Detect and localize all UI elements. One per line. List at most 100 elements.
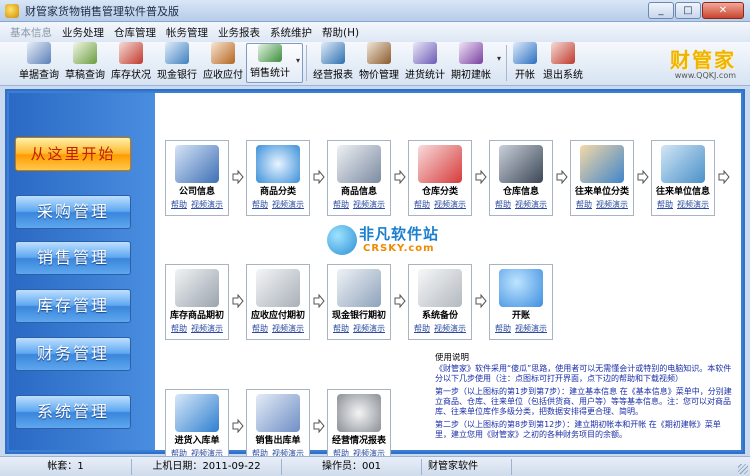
purchase-in-icon [175, 394, 219, 432]
toolbar-exit-button[interactable]: 退出系统 [540, 42, 586, 84]
toolbar-draft-query-button[interactable]: 草稿查询 [62, 42, 108, 84]
help-link[interactable]: 帮助 [171, 200, 187, 209]
sidebar-start-here[interactable]: 从这里开始 [15, 137, 131, 171]
purchase-stats-icon [413, 42, 437, 64]
brand-name: 财管家 [670, 48, 736, 72]
maximize-button[interactable]: □ [675, 2, 701, 19]
sidebar-sales[interactable]: 销售管理 [15, 241, 131, 275]
video-link[interactable]: 视频演示 [515, 200, 547, 209]
search-draft-icon [73, 42, 97, 64]
watermark-logo-icon [327, 225, 357, 255]
minimize-button[interactable]: _ [648, 2, 674, 19]
resize-grip[interactable] [738, 464, 748, 474]
toolbar-receivable-button[interactable]: 应收应付 [200, 42, 246, 84]
business-report-icon [337, 394, 381, 432]
opening-stock-icon [175, 269, 219, 307]
help-link[interactable]: 帮助 [576, 200, 592, 209]
backup-usb-icon [418, 269, 462, 307]
close-button[interactable]: ✕ [702, 2, 744, 19]
toolbar-price-button[interactable]: 物价管理 [356, 42, 402, 84]
toolbar-cash-bank-button[interactable]: 现金银行 [154, 42, 200, 84]
company-house-icon [175, 145, 219, 183]
video-link[interactable]: 视频演示 [596, 200, 628, 209]
menu-business[interactable]: 业务处理 [62, 25, 104, 40]
card-system-backup[interactable]: 系统备份 帮助 视频演示 [408, 264, 472, 340]
card-warehouse-info[interactable]: 仓库信息 帮助 视频演示 [489, 140, 553, 216]
status-account: 帐套：1 [0, 458, 132, 475]
help-link[interactable]: 帮助 [414, 200, 430, 209]
video-link[interactable]: 视频演示 [191, 200, 223, 209]
sidebar-purchase[interactable]: 采购管理 [15, 195, 131, 229]
card-product-category[interactable]: 商品分类 帮助 视频演示 [246, 140, 310, 216]
toolbar-stock-status-button[interactable]: 库存状况 [108, 42, 154, 84]
video-link[interactable]: 视频演示 [434, 200, 466, 209]
card-company-info[interactable]: 公司信息 帮助 视频演示 [165, 140, 229, 216]
next-step-arrow-icon [394, 293, 406, 309]
help-link[interactable]: 帮助 [495, 324, 511, 333]
menu-system[interactable]: 系统维护 [270, 25, 312, 40]
toolbar-sales-stats-button[interactable]: 销售统计 [246, 43, 303, 83]
help-link[interactable]: 帮助 [252, 200, 268, 209]
help-link[interactable]: 帮助 [171, 324, 187, 333]
help-link[interactable]: 帮助 [495, 200, 511, 209]
exit-icon [551, 42, 575, 64]
video-link[interactable]: 视频演示 [515, 324, 547, 333]
partner-category-icon [580, 145, 624, 183]
menu-help[interactable]: 帮助(H) [322, 25, 359, 40]
usage-instructions: 使用说明 《财管家》软件采用“傻瓜”思路，使用者可以无需懂会计或特别的电脑知识。… [435, 353, 735, 450]
card-warehouse-category[interactable]: 仓库分类 帮助 视频演示 [408, 140, 472, 216]
sidebar-finance[interactable]: 财务管理 [15, 337, 131, 371]
card-business-report[interactable]: 经营情况报表 帮助 视频演示 [327, 389, 391, 465]
sidebar-system[interactable]: 系统管理 [15, 395, 131, 429]
cash-bank-icon [165, 42, 189, 64]
help-link[interactable]: 帮助 [657, 200, 673, 209]
card-opening-receivable[interactable]: 应收应付期初 帮助 视频演示 [246, 264, 310, 340]
card-opening-cash[interactable]: 现金银行期初 帮助 视频演示 [327, 264, 391, 340]
card-open-account[interactable]: 开账 帮助 视频演示 [489, 264, 553, 340]
product-category-icon [256, 145, 300, 183]
video-link[interactable]: 视频演示 [353, 200, 385, 209]
warehouse-info-icon [499, 145, 543, 183]
product-info-gear-icon [337, 145, 381, 183]
card-partner-category[interactable]: 往来单位分类 帮助 视频演示 [570, 140, 634, 216]
next-step-arrow-icon [475, 293, 487, 309]
menu-reports[interactable]: 业务报表 [218, 25, 260, 40]
title-bar: 财管家货物销售管理软件普及版 _ □ ✕ [0, 0, 750, 22]
video-link[interactable]: 视频演示 [434, 324, 466, 333]
menu-accounts[interactable]: 帐务管理 [166, 25, 208, 40]
video-link[interactable]: 视频演示 [677, 200, 709, 209]
card-opening-stock[interactable]: 库存商品期初 帮助 视频演示 [165, 264, 229, 340]
video-link[interactable]: 视频演示 [272, 200, 304, 209]
toolbar-opening-account-button[interactable]: 期初建帐 [448, 42, 503, 84]
video-link[interactable]: 视频演示 [191, 324, 223, 333]
video-link[interactable]: 视频演示 [272, 324, 304, 333]
card-product-info[interactable]: 商品信息 帮助 视频演示 [327, 140, 391, 216]
card-sales-out[interactable]: 销售出库单 帮助 视频演示 [246, 389, 310, 465]
watermark-url: CRSKY.com [363, 243, 435, 254]
card-partner-info[interactable]: 往来单位信息 帮助 视频演示 [651, 140, 715, 216]
sales-out-icon [256, 394, 300, 432]
next-step-arrow-icon [313, 293, 325, 309]
usage-paragraph: 第一步（以上图标的第1步到第7步）：建立基本信息 在《基本信息》菜单中，分别建立… [435, 387, 732, 416]
menu-basic-info[interactable]: 基本信息 [10, 25, 52, 40]
help-link[interactable]: 帮助 [333, 200, 349, 209]
card-purchase-in[interactable]: 进货入库单 帮助 视频演示 [165, 389, 229, 465]
sidebar-inventory[interactable]: 库存管理 [15, 289, 131, 323]
toolbar-purchase-stats-button[interactable]: 进货统计 [402, 42, 448, 84]
next-step-arrow-icon [556, 169, 568, 185]
help-link[interactable]: 帮助 [414, 324, 430, 333]
next-step-arrow-icon [313, 169, 325, 185]
menu-warehouse[interactable]: 仓库管理 [114, 25, 156, 40]
help-link[interactable]: 帮助 [333, 324, 349, 333]
workflow-pane: 公司信息 帮助 视频演示 商品分类 帮助 视频演示 商品信息 帮助 视频演示 仓库分类… [155, 93, 741, 465]
video-link[interactable]: 视频演示 [353, 324, 385, 333]
toolbar-separator [306, 45, 307, 81]
next-step-arrow-icon [475, 169, 487, 185]
search-document-icon [27, 42, 51, 64]
toolbar-open-account-button[interactable]: 开帐 [510, 42, 540, 84]
help-link[interactable]: 帮助 [252, 324, 268, 333]
next-step-arrow-icon [718, 169, 730, 185]
brand-url: www.QQKJ.com [674, 71, 736, 80]
toolbar-business-report-button[interactable]: 经营报表 [310, 42, 356, 84]
toolbar-doc-query-button[interactable]: 单据查询 [16, 42, 62, 84]
